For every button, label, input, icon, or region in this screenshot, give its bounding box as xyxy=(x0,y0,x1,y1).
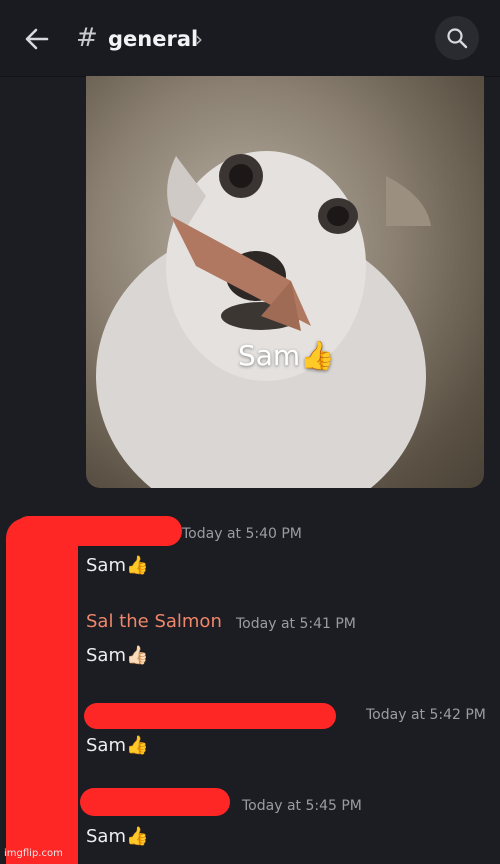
image-caption: Sam👍 xyxy=(238,339,336,372)
message-text[interactable]: Sam👍 xyxy=(86,824,148,850)
message-timestamp: Today at 5:45 PM xyxy=(242,798,362,814)
redaction-bar xyxy=(80,788,230,816)
meme-image-attachment[interactable]: Sam👍 xyxy=(86,76,484,488)
search-icon xyxy=(447,28,468,49)
message-text[interactable]: Sam👍🏻 xyxy=(86,643,148,669)
search-button[interactable] xyxy=(435,16,479,60)
message-timestamp: Today at 5:41 PM xyxy=(236,616,356,632)
message-text[interactable]: Sam👍 xyxy=(86,553,148,579)
back-arrow-icon[interactable] xyxy=(24,26,50,52)
message-timestamp: Today at 5:42 PM xyxy=(366,707,486,723)
channel-title[interactable]: general xyxy=(108,23,198,55)
message-text[interactable]: Sam👍 xyxy=(86,733,148,759)
redaction-bar xyxy=(84,703,336,729)
channel-header: # general › xyxy=(0,0,500,77)
avatar-redaction xyxy=(6,518,78,864)
message-timestamp: Today at 5:40 PM xyxy=(182,526,302,542)
channel-hash-icon: # xyxy=(76,23,98,53)
dog-image xyxy=(96,151,431,488)
message-author[interactable]: Sal the Salmon xyxy=(86,610,222,634)
watermark: imgflip.com xyxy=(4,848,63,859)
chevron-right-icon[interactable]: › xyxy=(195,24,203,54)
